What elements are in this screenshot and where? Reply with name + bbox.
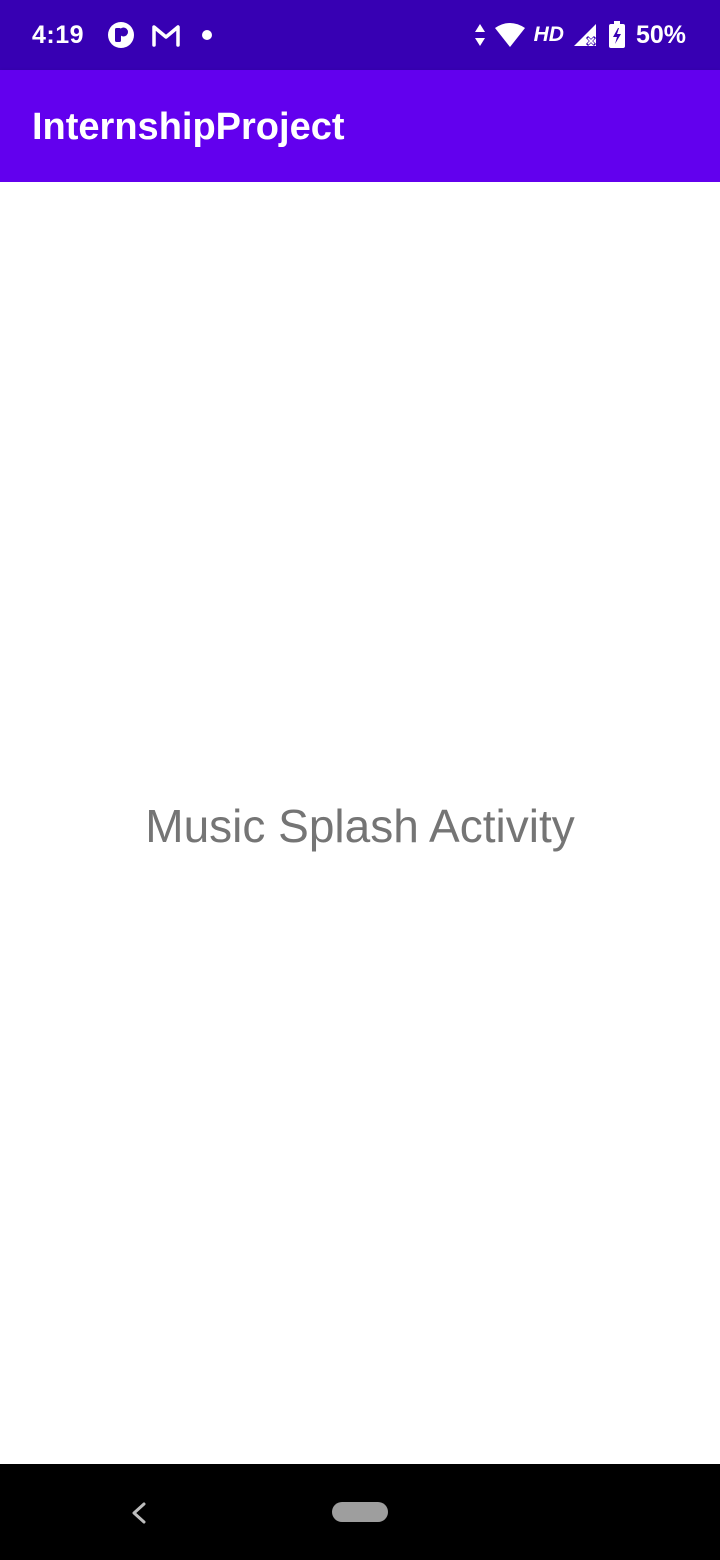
status-right-icons: 4 HD 50% [474, 18, 686, 52]
status-bar: 4:19 4 HD 50% [0, 0, 720, 70]
back-icon[interactable] [126, 1498, 152, 1528]
notification-dot-icon [202, 30, 212, 40]
data-arrows-icon [474, 24, 485, 46]
home-pill-icon[interactable] [332, 1502, 388, 1522]
gmail-icon [152, 25, 180, 47]
screen: 4:19 4 HD 50% InternshipProject Music Sp… [0, 0, 720, 1560]
svg-text:4: 4 [515, 37, 521, 48]
app-title: InternshipProject [32, 106, 345, 148]
notification-icons [106, 20, 218, 50]
network-type-label: HD [533, 23, 564, 46]
navigation-bar [0, 1464, 720, 1560]
battery-icon [608, 21, 625, 48]
status-time: 4:19 [32, 21, 85, 49]
battery-percentage: 50% [635, 21, 686, 49]
wifi-icon: 4 [494, 23, 525, 48]
main-content: Music Splash Activity [0, 182, 720, 1464]
app-bar: InternshipProject [0, 70, 720, 182]
splash-text: Music Splash Activity [145, 800, 575, 852]
app-notification-icon [108, 22, 134, 48]
signal-icon [573, 24, 597, 47]
